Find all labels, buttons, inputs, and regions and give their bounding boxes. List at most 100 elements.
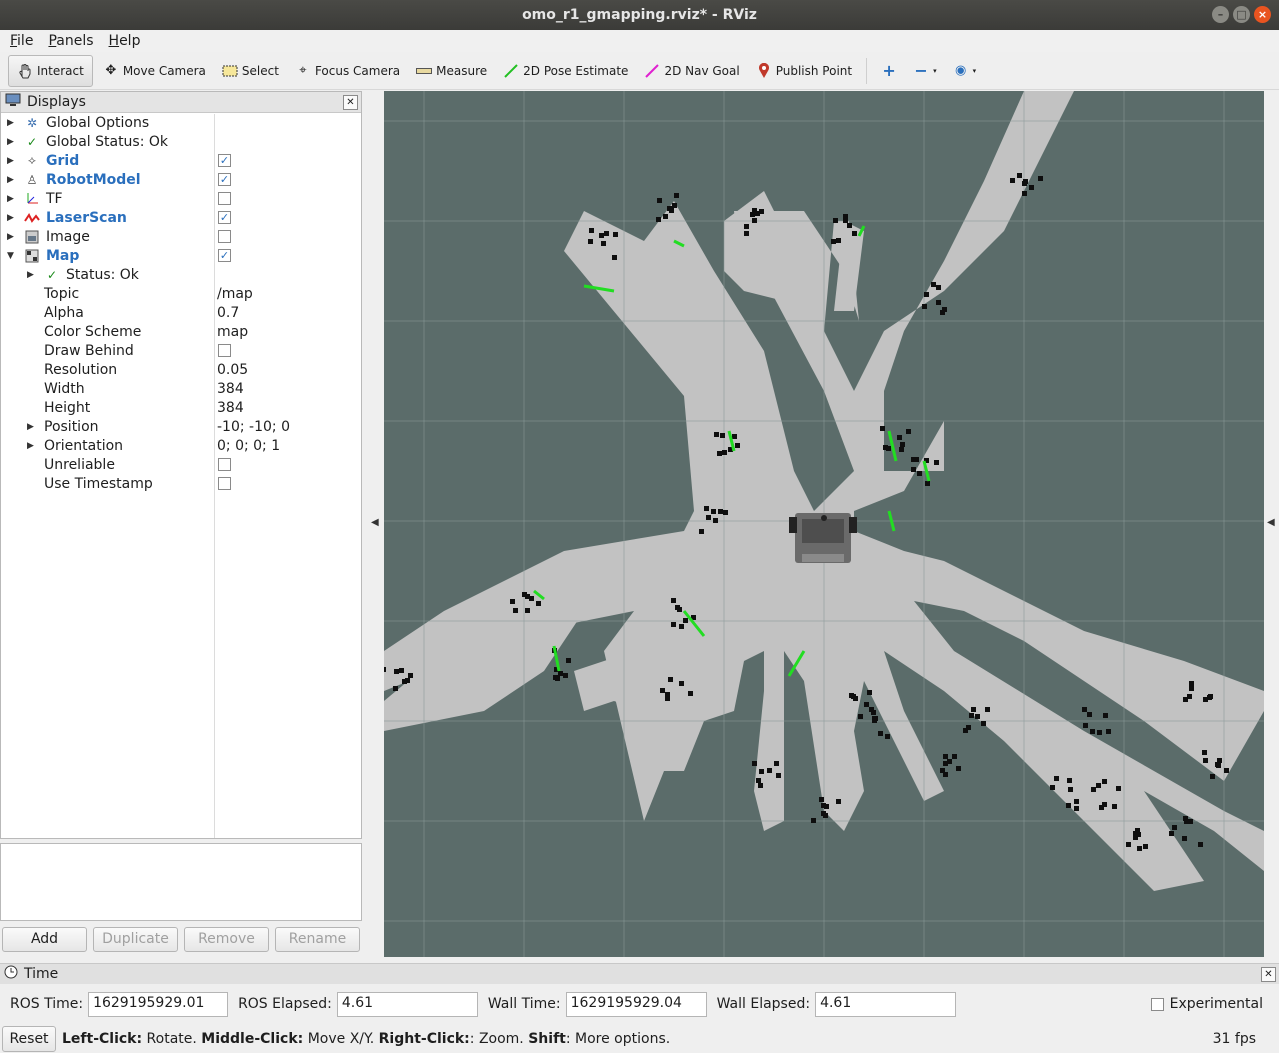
pose-estimate-tool-button[interactable]: 2D Pose Estimate [495,55,636,87]
menu-help[interactable]: Help [99,30,146,52]
map-property-resolution[interactable]: Resolution 0.05 [1,360,361,379]
collapsed-arrow-icon[interactable]: ▶ [7,232,17,242]
nav-goal-tool-button[interactable]: 2D Nav Goal [636,55,747,87]
display-item-global-options[interactable]: ▶ ✲ Global Options [1,113,361,132]
check-icon: ✓ [26,134,38,149]
wall-time-field[interactable]: 1629195929.04 [565,991,707,1017]
property-checkbox[interactable] [218,458,231,471]
collapsed-arrow-icon[interactable]: ▶ [7,194,17,204]
occupied-cell [1126,842,1131,847]
collapsed-arrow-icon[interactable]: ▶ [7,175,17,185]
menu-file[interactable]: File [0,30,38,52]
collapsed-arrow-icon[interactable]: ▶ [7,137,17,147]
property-value[interactable]: 0; 0; 0; 1 [217,438,280,454]
display-item-grid[interactable]: ▶ ⟡ Grid ✓ [1,151,361,170]
occupied-cell [911,457,916,462]
property-value[interactable]: -10; -10; 0 [217,419,290,435]
add-tool-button[interactable]: + [873,55,905,87]
tree-item-label: Unreliable [44,456,115,473]
measure-tool-button[interactable]: Measure [408,55,495,87]
displays-close-button[interactable]: ✕ [343,94,358,110]
select-tool-button[interactable]: Select [214,55,287,87]
ros-time-field[interactable]: 1629195929.01 [88,991,229,1017]
property-value[interactable]: 0.7 [217,305,239,321]
map-property-status-ok[interactable]: ▶ ✓ Status: Ok [1,265,361,284]
map-property-color-scheme[interactable]: Color Scheme map [1,322,361,341]
remove-tool-button[interactable]: − ▾ [905,55,945,87]
selection-box-icon [222,63,238,79]
property-checkbox[interactable]: ✓ [218,154,231,167]
map-property-unreliable[interactable]: Unreliable [1,455,361,474]
property-checkbox[interactable] [218,344,231,357]
map-property-draw-behind[interactable]: Draw Behind [1,341,361,360]
collapsed-arrow-icon[interactable]: ▶ [27,422,37,432]
robot-bumper [802,554,844,562]
duplicate-button[interactable]: Duplicate [93,927,178,952]
add-button[interactable]: Add [2,927,87,952]
property-value[interactable]: 384 [217,400,244,416]
collapsed-arrow-icon[interactable]: ▶ [7,156,17,166]
interact-tool-button[interactable]: Interact [8,54,93,87]
display-item-tf[interactable]: ▶ TF [1,189,361,208]
property-value[interactable]: 384 [217,381,244,397]
property-checkbox[interactable] [218,192,231,205]
minimize-button[interactable]: – [1212,6,1229,23]
move-camera-tool-button[interactable]: ✥ Move Camera [95,55,214,87]
occupied-cell [393,686,398,691]
collapsed-arrow-icon[interactable]: ▶ [27,441,37,451]
collapse-right-arrow-icon[interactable]: ◀ [1267,517,1275,528]
display-item-map[interactable]: ▼ Map ✓ [1,246,361,265]
map-property-width[interactable]: Width 384 [1,379,361,398]
occupied-cell [1096,783,1101,788]
property-value[interactable]: 0.05 [217,362,248,378]
time-close-button[interactable]: ✕ [1261,967,1276,982]
property-checkbox[interactable] [218,230,231,243]
property-checkbox[interactable] [218,477,231,490]
occupied-cell [1067,778,1072,783]
display-item-laserscan[interactable]: ▶ LaserScan ✓ [1,208,361,227]
occupied-cell [612,255,617,260]
hint-text: : Zoom. [469,1031,529,1047]
map-property-position[interactable]: ▶ Position -10; -10; 0 [1,417,361,436]
property-value[interactable]: map [217,324,248,340]
close-button[interactable]: × [1254,6,1271,23]
occupied-cell [1038,176,1043,181]
map-property-use-timestamp[interactable]: Use Timestamp [1,474,361,493]
ros-elapsed-field[interactable]: 4.61 [336,991,478,1017]
menu-panels[interactable]: Panels [38,30,98,52]
tree-item-label: Map [46,247,80,264]
render-viewport[interactable] [384,91,1264,957]
occupied-cell [906,429,911,434]
experimental-checkbox[interactable] [1150,997,1164,1011]
occupied-cell [566,658,571,663]
tree-item-label: Topic [44,285,80,302]
property-checkbox[interactable]: ✓ [218,249,231,262]
property-checkbox[interactable]: ✓ [218,173,231,186]
property-checkbox[interactable]: ✓ [218,211,231,224]
collapsed-arrow-icon[interactable]: ▶ [27,270,37,280]
collapsed-arrow-icon[interactable]: ▶ [7,118,17,128]
wall-time-label: Wall Time: [487,996,561,1012]
occupied-cell [981,721,986,726]
focus-camera-tool-button[interactable]: ⌖ Focus Camera [287,55,408,87]
maximize-button[interactable]: □ [1233,6,1250,23]
map-property-alpha[interactable]: Alpha 0.7 [1,303,361,322]
map-property-height[interactable]: Height 384 [1,398,361,417]
tree-item-label: RobotModel [46,171,141,188]
collapse-left-arrow-icon[interactable]: ◀ [371,517,379,528]
remove-button[interactable]: Remove [184,927,269,952]
experimental-toggle[interactable]: Experimental [1150,996,1263,1012]
view-tool-button[interactable]: ◉ ▾ [945,55,985,87]
display-item-robotmodel[interactable]: ▶ ♙ RobotModel ✓ [1,170,361,189]
wall-elapsed-field[interactable]: 4.61 [815,991,957,1017]
collapsed-arrow-icon[interactable]: ▶ [7,213,17,223]
expanded-arrow-icon[interactable]: ▼ [7,251,17,261]
display-item-global-status-ok[interactable]: ▶ ✓ Global Status: Ok [1,132,361,151]
reset-button[interactable]: Reset [2,1026,56,1052]
rename-button[interactable]: Rename [275,927,360,952]
property-value[interactable]: /map [217,286,253,302]
publish-point-tool-button[interactable]: Publish Point [748,55,860,87]
map-property-orientation[interactable]: ▶ Orientation 0; 0; 0; 1 [1,436,361,455]
display-item-image[interactable]: ▶ Image [1,227,361,246]
map-property-topic[interactable]: Topic/map [1,284,361,303]
